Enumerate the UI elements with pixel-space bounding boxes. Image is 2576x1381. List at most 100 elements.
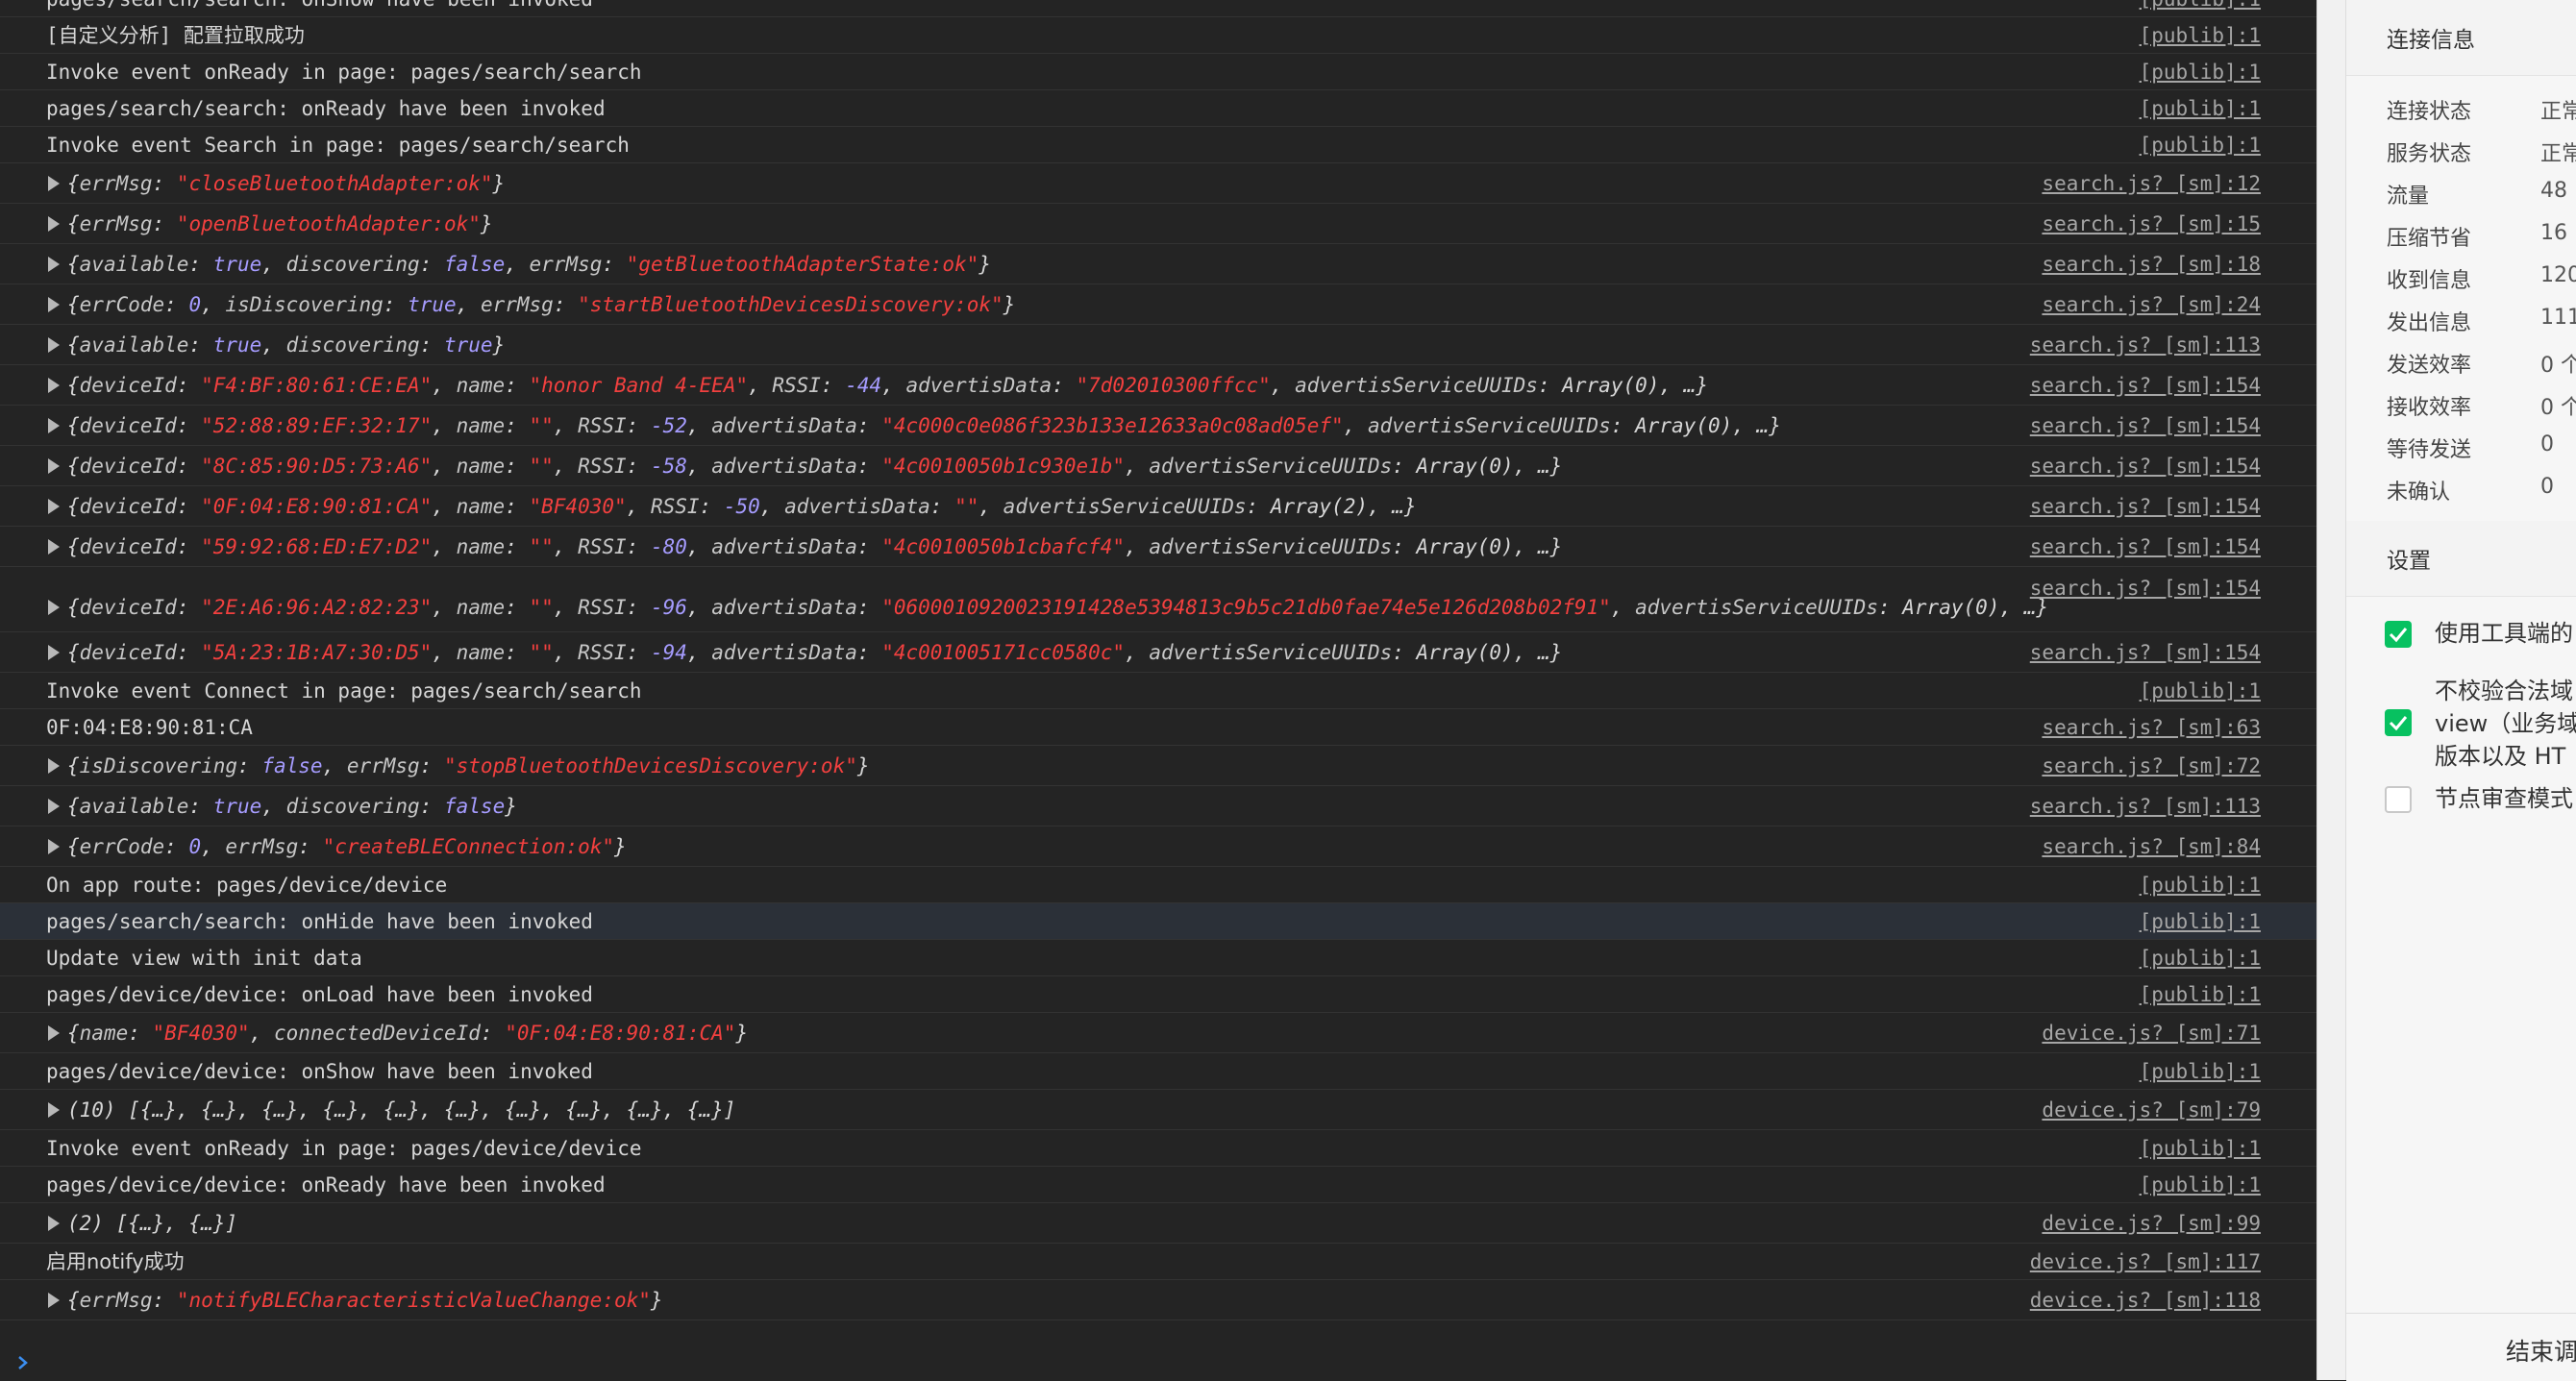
log-token: name: [79, 1021, 129, 1045]
expand-triangle-icon[interactable]: [48, 644, 60, 660]
log-source-link[interactable]: [publib]:1: [2140, 1060, 2261, 1083]
expand-triangle-icon[interactable]: [48, 838, 60, 854]
log-source-link[interactable]: [publib]:1: [2140, 0, 2261, 11]
log-token: "": [954, 494, 979, 518]
log-source-link[interactable]: search.js? [sm]:72: [2042, 754, 2261, 777]
log-token: advertisServiceUUIDs: [1149, 454, 1393, 478]
log-source-link[interactable]: search.js? [sm]:154: [2030, 641, 2261, 664]
expand-triangle-icon[interactable]: [48, 336, 60, 353]
expand-triangle-icon[interactable]: [48, 417, 60, 433]
log-source-link[interactable]: search.js? [sm]:12: [2042, 172, 2261, 195]
end-debug-button[interactable]: 结束调: [2346, 1313, 2576, 1381]
expand-triangle-icon[interactable]: [48, 256, 60, 272]
log-source-link[interactable]: search.js? [sm]:63: [2042, 716, 2261, 739]
log-object-preview[interactable]: {name: "BF4030", connectedDeviceId: "0F:…: [67, 1021, 748, 1046]
log-object-preview[interactable]: {errCode: 0, errMsg: "createBLEConnectio…: [67, 834, 627, 859]
log-source-link[interactable]: search.js? [sm]:113: [2030, 795, 2261, 818]
expand-triangle-icon[interactable]: [48, 498, 60, 514]
log-row: {errMsg: "openBluetoothAdapter:ok"} searc…: [0, 204, 2316, 244]
expand-triangle-icon[interactable]: [48, 457, 60, 474]
log-source-link[interactable]: search.js? [sm]:18: [2042, 253, 2261, 276]
log-source-link[interactable]: [publib]:1: [2140, 679, 2261, 703]
log-source-link[interactable]: search.js? [sm]:154: [2030, 414, 2261, 437]
log-object-preview[interactable]: (10) [{…}, {…}, {…}, {…}, {…}, {…}, {…},…: [67, 1097, 735, 1122]
log-token: "": [529, 454, 554, 478]
log-token: deviceId: [79, 413, 177, 437]
log-token: {: [67, 596, 80, 619]
log-source-link[interactable]: [publib]:1: [2140, 1137, 2261, 1160]
log-source-link[interactable]: search.js? [sm]:84: [2042, 835, 2261, 858]
log-token: advertisServiceUUIDs: [1003, 494, 1247, 518]
log-row: {available: true, discovering: false, er…: [0, 244, 2316, 284]
log-source-link[interactable]: device.js? [sm]:117: [2030, 1250, 2261, 1273]
log-object-preview[interactable]: {errMsg: "openBluetoothAdapter:ok"}: [67, 211, 493, 236]
log-object-preview[interactable]: {deviceId: "59:92:68:ED:E7:D2", name: ""…: [67, 534, 1562, 559]
log-source-link[interactable]: [publib]:1: [2140, 61, 2261, 84]
log-source-link[interactable]: [publib]:1: [2140, 1173, 2261, 1196]
log-object-preview[interactable]: {isDiscovering: false, errMsg: "stopBlue…: [67, 753, 870, 778]
log-object-preview[interactable]: {deviceId: "F4:BF:80:61:CE:EA", name: "h…: [67, 373, 1708, 398]
log-source-link[interactable]: search.js? [sm]:154: [2030, 535, 2261, 558]
checkbox-unchecked-icon[interactable]: [2385, 786, 2412, 813]
log-source-link[interactable]: [publib]:1: [2140, 24, 2261, 47]
log-source-link[interactable]: search.js? [sm]:15: [2042, 212, 2261, 235]
console-prompt-chevron-icon[interactable]: [15, 1355, 31, 1370]
log-token: deviceId: [79, 494, 177, 518]
expand-triangle-icon[interactable]: [48, 296, 60, 312]
log-object-preview[interactable]: {errMsg: "notifyBLECharacteristicValueCh…: [67, 1288, 663, 1313]
expand-triangle-icon[interactable]: [48, 1101, 60, 1118]
log-source-link[interactable]: device.js? [sm]:79: [2042, 1098, 2261, 1122]
log-object-preview[interactable]: {available: true, discovering: true}: [67, 333, 505, 358]
log-source-link[interactable]: search.js? [sm]:154: [2030, 455, 2261, 478]
expand-triangle-icon[interactable]: [48, 175, 60, 191]
log-object-preview[interactable]: {deviceId: "2E:A6:96:A2:82:23", name: ""…: [67, 595, 2048, 620]
log-object-preview[interactable]: {deviceId: "52:88:89:EF:32:17", name: ""…: [67, 413, 1781, 438]
log-source-link[interactable]: search.js? [sm]:154: [2030, 577, 2261, 600]
log-token: "stopBluetoothDevicesDiscovery:ok": [444, 753, 857, 777]
log-source-link[interactable]: search.js? [sm]:154: [2030, 495, 2261, 518]
log-row: {deviceId: "5A:23:1B:A7:30:D5", name: ""…: [0, 632, 2316, 673]
log-source-link[interactable]: device.js? [sm]:118: [2030, 1289, 2261, 1312]
expand-triangle-icon[interactable]: [48, 1215, 60, 1231]
expand-triangle-icon[interactable]: [48, 538, 60, 555]
expand-triangle-icon[interactable]: [48, 757, 60, 774]
log-source-link[interactable]: search.js? [sm]:154: [2030, 374, 2261, 397]
log-source-link[interactable]: [publib]:1: [2140, 983, 2261, 1006]
log-source-link[interactable]: [publib]:1: [2140, 947, 2261, 970]
log-object-preview[interactable]: {available: true, discovering: false, er…: [67, 252, 991, 277]
log-object-preview[interactable]: {deviceId: "8C:85:90:D5:73:A6", name: ""…: [67, 454, 1562, 479]
log-source-link[interactable]: search.js? [sm]:24: [2042, 293, 2261, 316]
log-token: ,: [1270, 373, 1296, 397]
log-token: ,: [432, 494, 457, 518]
expand-triangle-icon[interactable]: [48, 798, 60, 814]
log-source-link[interactable]: [publib]:1: [2140, 874, 2261, 897]
log-token: ,: [432, 413, 457, 437]
log-source-link[interactable]: [publib]:1: [2140, 134, 2261, 157]
checkbox-checked-icon[interactable]: [2385, 709, 2412, 736]
log-object-preview[interactable]: {errMsg: "closeBluetoothAdapter:ok"}: [67, 171, 505, 196]
log-object-preview[interactable]: (2) [{…}, {…}]: [67, 1211, 237, 1236]
log-source-link[interactable]: [publib]:1: [2140, 910, 2261, 933]
expand-triangle-icon[interactable]: [48, 377, 60, 393]
log-source-link[interactable]: device.js? [sm]:99: [2042, 1212, 2261, 1235]
log-object-preview[interactable]: {available: true, discovering: false}: [67, 794, 517, 819]
log-token: : Array(2), …}: [1246, 494, 1417, 518]
log-token: "4c001005171cc0580c": [881, 640, 1126, 664]
log-row: Invoke event onReady in page: pages/sear…: [0, 54, 2316, 90]
log-token: :: [152, 171, 177, 195]
log-source-link[interactable]: search.js? [sm]:113: [2030, 333, 2261, 357]
log-row: {available: true, discovering: false} sea…: [0, 786, 2316, 826]
expand-triangle-icon[interactable]: [48, 1292, 60, 1308]
log-object-preview[interactable]: {deviceId: "5A:23:1B:A7:30:D5", name: ""…: [67, 640, 1562, 665]
expand-triangle-icon[interactable]: [48, 1024, 60, 1041]
log-source-link[interactable]: device.js? [sm]:71: [2042, 1022, 2261, 1045]
expand-triangle-icon[interactable]: [48, 600, 60, 615]
checkbox-checked-icon[interactable]: [2385, 621, 2412, 648]
log-object-preview[interactable]: {deviceId: "0F:04:E8:90:81:CA", name: "B…: [67, 494, 1417, 519]
expand-triangle-icon[interactable]: [48, 215, 60, 232]
panel-splitter[interactable]: [2316, 0, 2346, 1380]
log-token: "0F:04:E8:90:81:CA": [201, 494, 433, 518]
log-token: true: [444, 333, 493, 357]
log-object-preview[interactable]: {errCode: 0, isDiscovering: true, errMsg…: [67, 292, 1015, 317]
log-source-link[interactable]: [publib]:1: [2140, 97, 2261, 120]
